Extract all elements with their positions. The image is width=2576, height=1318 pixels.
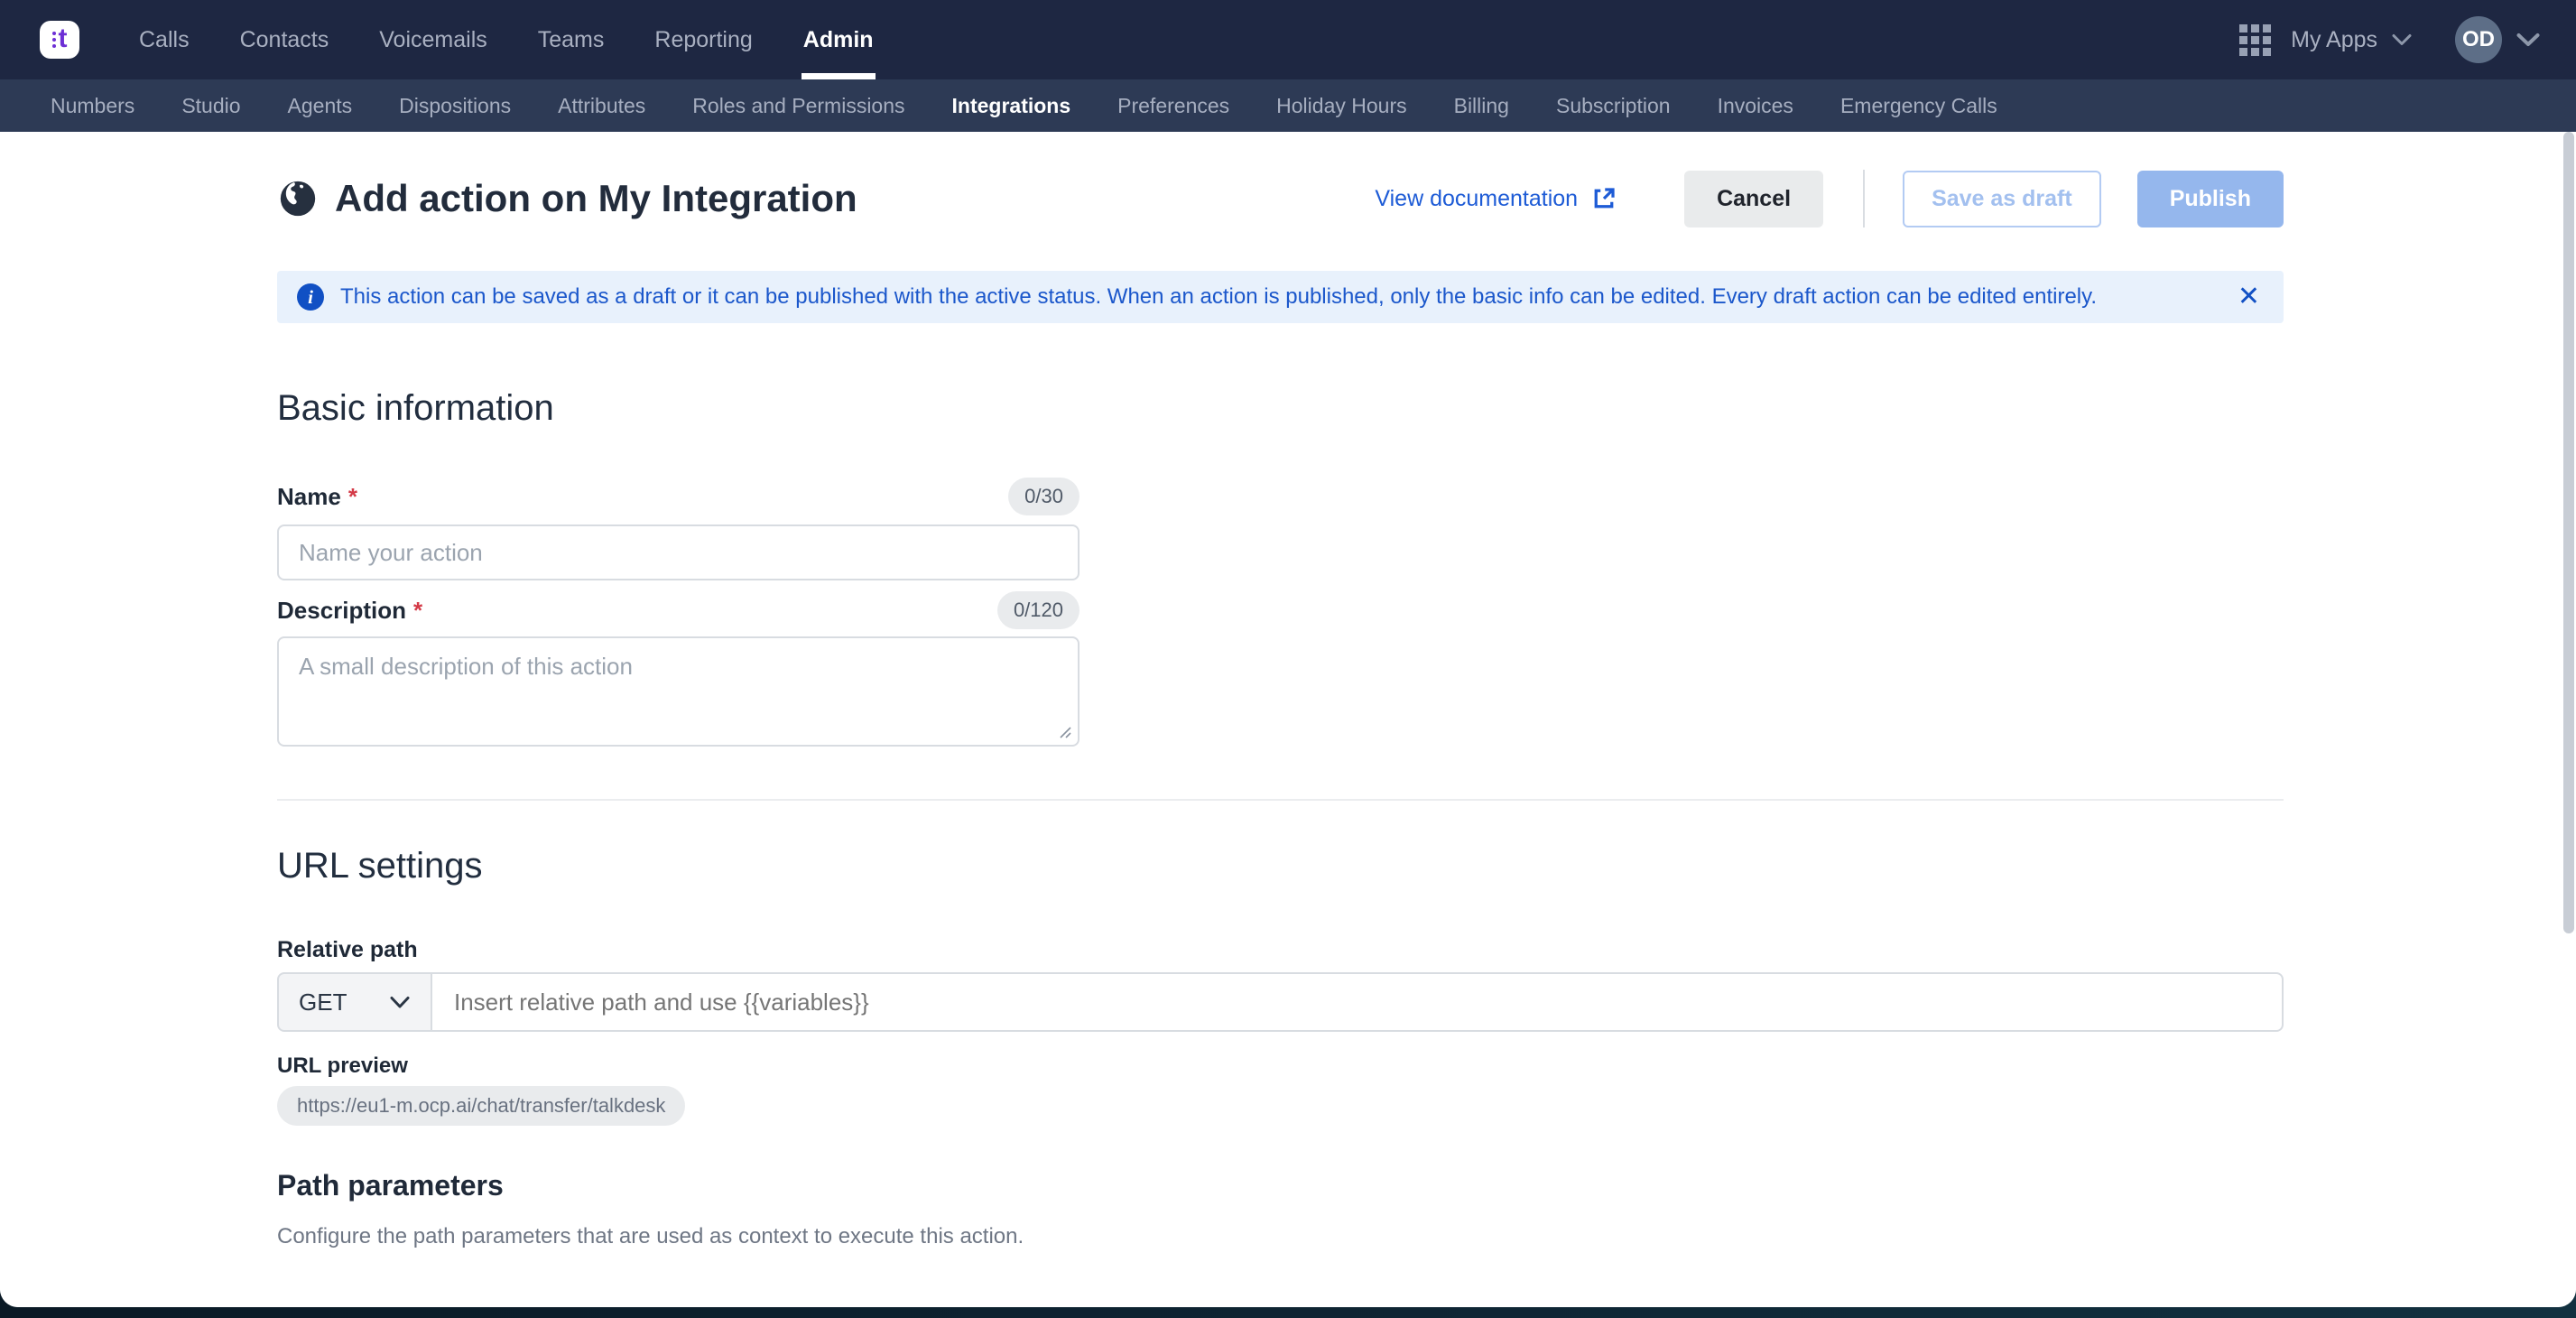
page-title: Add action on My Integration	[335, 177, 857, 220]
subnav-preferences[interactable]: Preferences	[1117, 94, 1229, 118]
vertical-scrollbar[interactable]	[2563, 132, 2574, 933]
description-textarea[interactable]	[277, 636, 1080, 747]
nav-contacts[interactable]: Contacts	[215, 0, 355, 79]
subnav-holiday-hours[interactable]: Holiday Hours	[1276, 94, 1406, 118]
basic-information-section: Basic information Name* 0/30 Description…	[277, 388, 2284, 747]
logo-dots-icon	[52, 32, 56, 48]
top-nav: t Calls Contacts Voicemails Teams Report…	[0, 0, 2576, 79]
view-documentation-link[interactable]: View documentation	[1375, 185, 1617, 212]
subnav-roles-and-permissions[interactable]: Roles and Permissions	[692, 94, 904, 118]
admin-sub-nav: Numbers Studio Agents Dispositions Attri…	[0, 79, 2576, 132]
name-char-counter: 0/30	[1008, 478, 1080, 515]
required-marker: *	[348, 483, 357, 510]
talkdesk-app-window: t Calls Contacts Voicemails Teams Report…	[0, 0, 2576, 1307]
http-method-select[interactable]: GET	[277, 972, 432, 1032]
http-method-value: GET	[299, 988, 347, 1016]
path-parameters-heading: Path parameters	[277, 1169, 2284, 1202]
nav-calls[interactable]: Calls	[114, 0, 215, 79]
description-label: Description*	[277, 597, 422, 625]
nav-teams[interactable]: Teams	[513, 0, 630, 79]
nav-voicemails[interactable]: Voicemails	[354, 0, 513, 79]
relative-path-input[interactable]	[432, 972, 2284, 1032]
nav-admin[interactable]: Admin	[778, 0, 899, 79]
header-divider	[1863, 170, 1865, 227]
subnav-billing[interactable]: Billing	[1454, 94, 1509, 118]
page-header: Add action on My Integration View docume…	[277, 155, 2284, 242]
subnav-agents[interactable]: Agents	[288, 94, 353, 118]
required-marker: *	[413, 597, 422, 624]
subnav-emergency-calls[interactable]: Emergency Calls	[1840, 94, 1997, 118]
chevron-down-icon	[389, 996, 411, 1009]
resize-handle-icon[interactable]	[1058, 725, 1072, 739]
chevron-down-icon[interactable]	[2516, 32, 2540, 47]
top-nav-right: My Apps OD	[2239, 16, 2540, 63]
apps-grid-icon[interactable]	[2239, 24, 2271, 56]
globe-icon	[277, 178, 319, 219]
path-parameters-description: Configure the path parameters that are u…	[277, 1224, 2284, 1249]
url-settings-section: URL settings Relative path GET URL previ…	[277, 846, 2284, 1126]
url-preview-label: URL preview	[277, 1053, 2284, 1079]
save-as-draft-button[interactable]: Save as draft	[1903, 171, 2101, 227]
basic-information-heading: Basic information	[277, 388, 2284, 429]
subnav-integrations[interactable]: Integrations	[952, 94, 1071, 118]
url-preview-value: https://eu1-m.ocp.ai/chat/transfer/talkd…	[277, 1086, 685, 1126]
avatar[interactable]: OD	[2455, 16, 2502, 63]
description-char-counter: 0/120	[997, 591, 1080, 629]
relative-path-label: Relative path	[277, 937, 2284, 963]
header-actions: View documentation Cancel Save as draft …	[1375, 170, 2284, 227]
url-settings-heading: URL settings	[277, 846, 2284, 886]
name-label: Name*	[277, 483, 357, 511]
subnav-attributes[interactable]: Attributes	[558, 94, 645, 118]
my-apps-label[interactable]: My Apps	[2291, 27, 2377, 53]
info-icon: i	[297, 283, 324, 311]
path-parameters-section: Path parameters Configure the path param…	[277, 1169, 2284, 1249]
publish-button[interactable]: Publish	[2137, 171, 2284, 227]
main-panel: Add action on My Integration View docume…	[0, 132, 2576, 1307]
primary-nav: Calls Contacts Voicemails Teams Reportin…	[114, 0, 899, 79]
talkdesk-logo[interactable]: t	[40, 21, 79, 59]
subnav-subscription[interactable]: Subscription	[1556, 94, 1671, 118]
cancel-button[interactable]: Cancel	[1684, 171, 1823, 227]
view-documentation-label: View documentation	[1375, 186, 1578, 212]
chevron-down-icon[interactable]	[2392, 33, 2412, 46]
close-icon[interactable]: ✕	[2238, 283, 2260, 311]
subnav-dispositions[interactable]: Dispositions	[399, 94, 511, 118]
subnav-invoices[interactable]: Invoices	[1718, 94, 1793, 118]
logo-letter: t	[59, 25, 68, 52]
subnav-studio[interactable]: Studio	[181, 94, 240, 118]
info-banner: i This action can be saved as a draft or…	[277, 271, 2284, 323]
nav-reporting[interactable]: Reporting	[629, 0, 777, 79]
external-link-icon	[1590, 185, 1617, 212]
name-input[interactable]	[277, 524, 1080, 580]
subnav-numbers[interactable]: Numbers	[51, 94, 134, 118]
section-divider	[277, 799, 2284, 801]
info-banner-text: This action can be saved as a draft or i…	[340, 284, 2097, 310]
